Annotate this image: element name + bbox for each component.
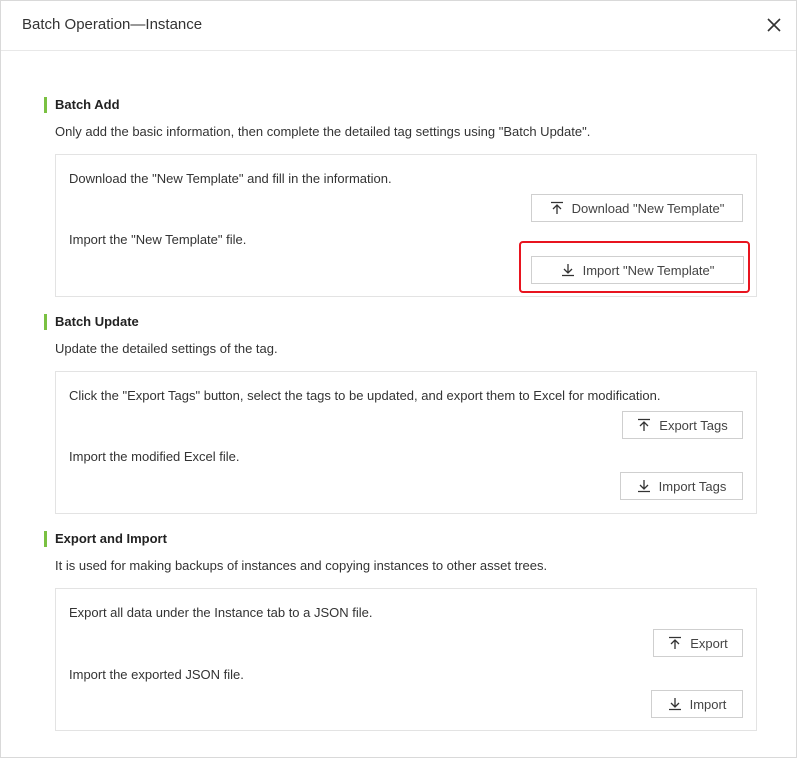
- batch-add-description: Only add the basic information, then com…: [55, 124, 591, 139]
- import-button[interactable]: Import: [651, 690, 743, 718]
- batch-operation-dialog: Batch Operation—Instance Batch Add Only …: [0, 0, 797, 758]
- download-template-text: Download the "New Template" and fill in …: [69, 171, 392, 186]
- export-import-description: It is used for making backups of instanc…: [55, 558, 548, 573]
- import-label: Import: [689, 696, 727, 712]
- upload-icon: [638, 418, 651, 431]
- import-json-text: Import the exported JSON file.: [69, 667, 244, 682]
- import-tags-button[interactable]: Import Tags: [620, 472, 743, 500]
- dialog-title: Batch Operation—Instance: [22, 16, 203, 33]
- close-icon: [767, 18, 781, 32]
- download-template-label: Download "New Template": [571, 200, 725, 216]
- export-import-panel: Export all data under the Instance tab t…: [55, 588, 757, 731]
- export-tags-button[interactable]: Export Tags: [622, 411, 743, 439]
- batch-update-panel: Click the "Export Tags" button, select t…: [55, 371, 757, 514]
- import-template-text: Import the "New Template" file.: [69, 232, 247, 247]
- export-json-text: Export all data under the Instance tab t…: [69, 605, 373, 620]
- batch-update-description: Update the detailed settings of the tag.: [55, 341, 278, 356]
- download-template-button[interactable]: Download "New Template": [531, 194, 743, 222]
- export-button[interactable]: Export: [653, 629, 743, 657]
- batch-add-title: Batch Add: [44, 97, 120, 113]
- export-import-title: Export and Import: [44, 531, 167, 547]
- download-icon: [637, 480, 650, 493]
- close-button[interactable]: [764, 15, 784, 35]
- import-tags-text: Import the modified Excel file.: [69, 449, 240, 464]
- highlight-box: [519, 241, 750, 293]
- import-tags-label: Import Tags: [658, 478, 727, 494]
- export-tags-label: Export Tags: [659, 417, 728, 433]
- dialog-header: Batch Operation—Instance: [1, 1, 796, 51]
- upload-icon: [669, 636, 682, 649]
- upload-icon: [550, 201, 563, 214]
- export-label: Export: [690, 635, 728, 651]
- batch-update-title: Batch Update: [44, 314, 139, 330]
- export-tags-text: Click the "Export Tags" button, select t…: [69, 388, 661, 403]
- download-icon: [668, 698, 681, 711]
